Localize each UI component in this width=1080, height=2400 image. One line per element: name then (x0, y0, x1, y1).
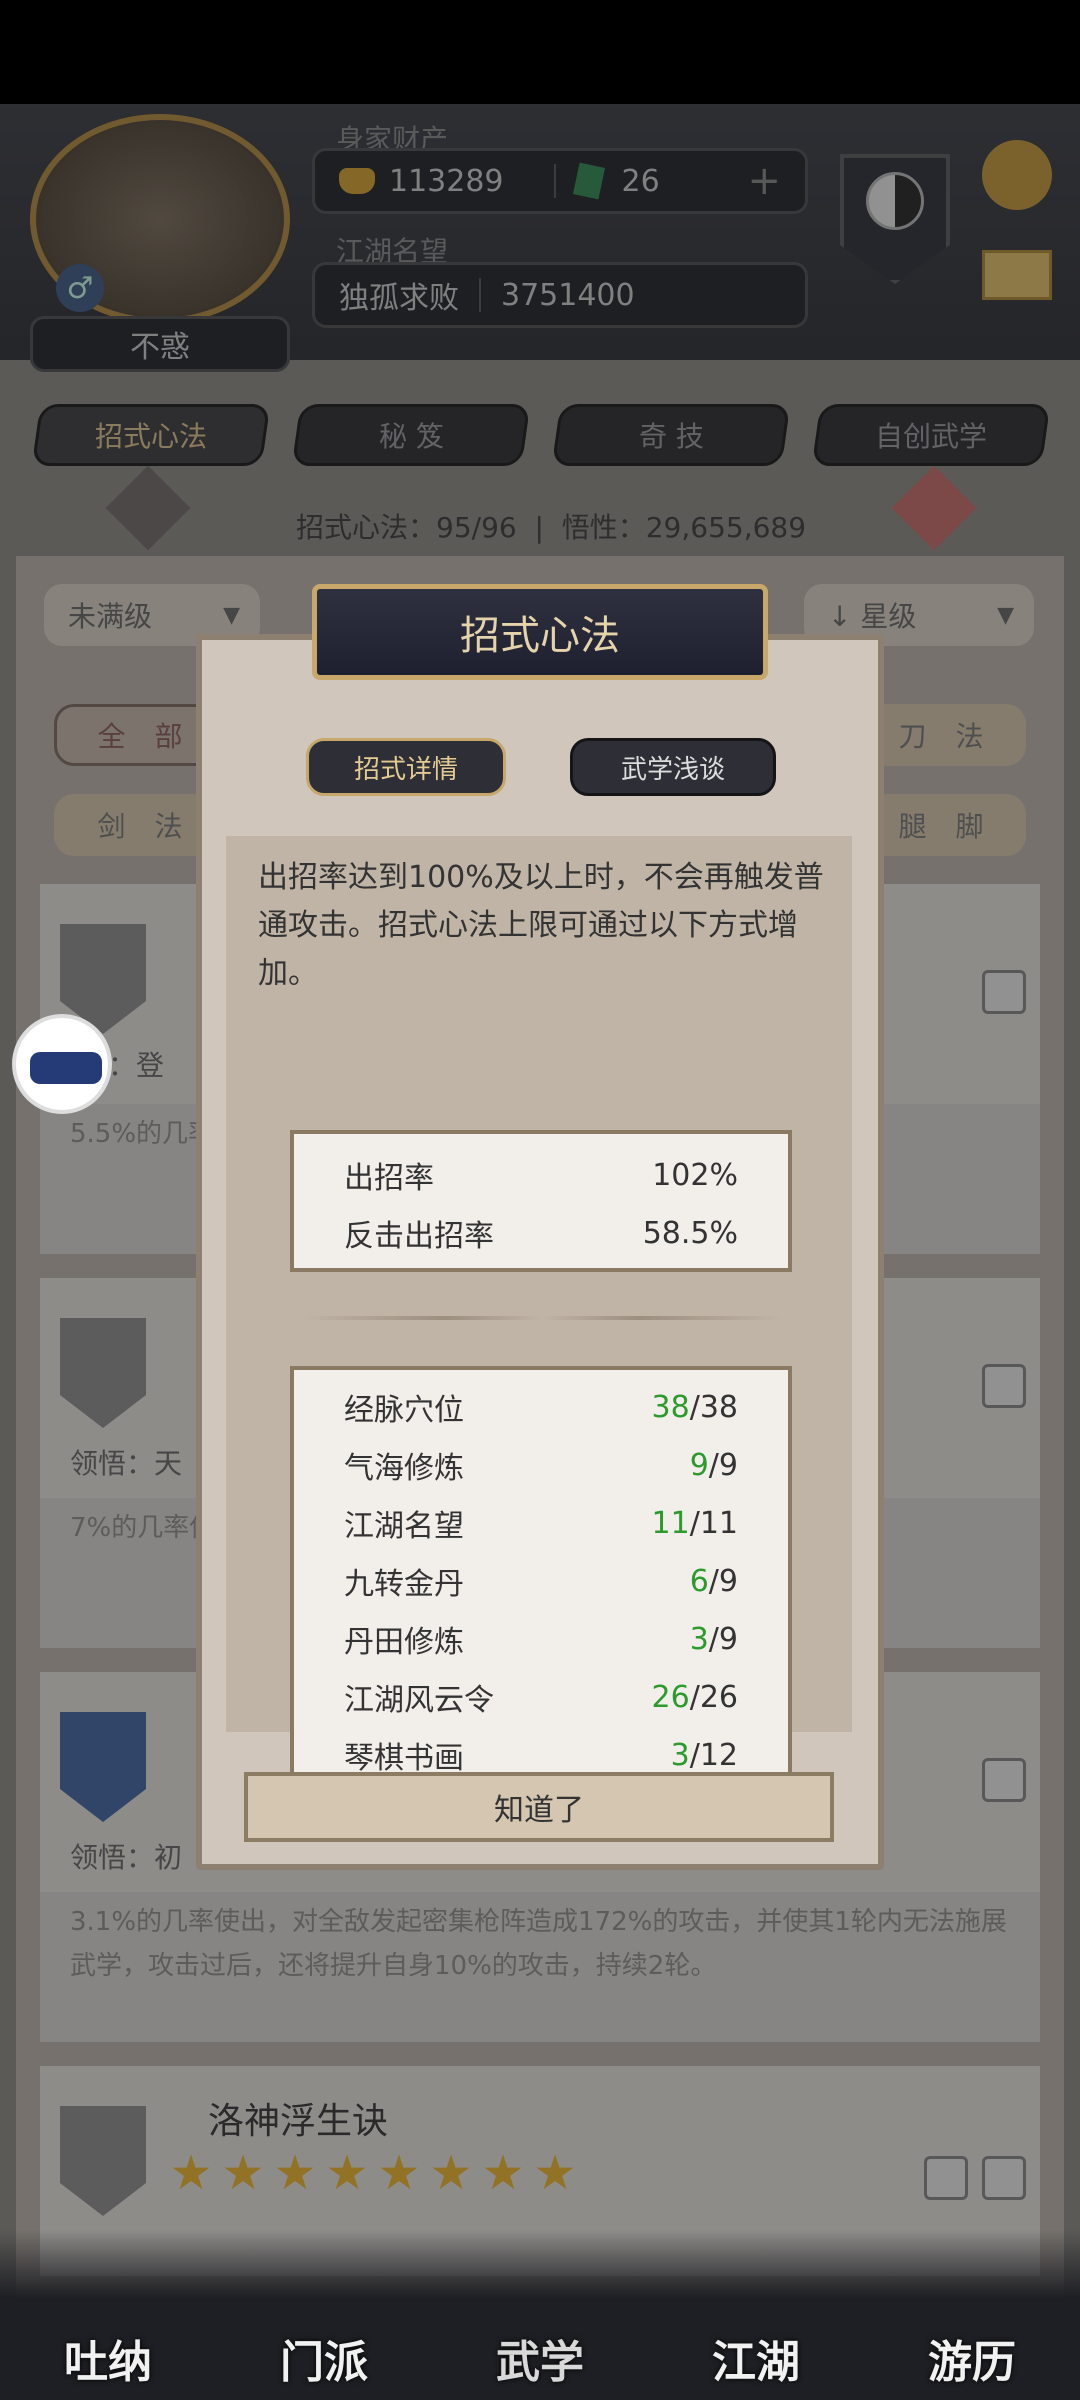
app-screen: ♂ 不惑 身家财产 113289 26 + 江湖名望 独孤求败 3751400 … (0, 104, 1080, 2400)
nav-sect[interactable]: 门派 (216, 2230, 432, 2400)
tab-martial-talk[interactable]: 武学浅谈 (570, 738, 776, 796)
source-row: 经脉穴位 38/38 (344, 1378, 738, 1436)
source-label: 江湖风云令 (344, 1683, 494, 1718)
source-label: 琴棋书画 (344, 1741, 464, 1776)
source-label: 江湖名望 (344, 1509, 464, 1544)
nav-label: 门派 (280, 2337, 368, 2388)
source-value: 38/38 (652, 1390, 738, 1425)
rate-row: 出招率 102% (344, 1146, 738, 1204)
rate-label: 出招率 (344, 1161, 434, 1196)
rates-box: 出招率 102% 反击出招率 58.5% (290, 1130, 792, 1272)
tab-martial-talk-label: 武学浅谈 (620, 754, 725, 785)
source-current: 11 (651, 1505, 690, 1541)
source-current: 38 (651, 1389, 690, 1425)
status-bar (0, 0, 1080, 104)
source-row: 江湖名望 11/11 (344, 1494, 738, 1552)
source-max: /9 (708, 1563, 738, 1599)
source-row: 九转金丹 6/9 (344, 1552, 738, 1610)
nav-label: 游历 (928, 2337, 1016, 2388)
nav-martial[interactable]: 武学 (432, 2230, 648, 2400)
source-current: 3 (670, 1737, 690, 1773)
rate-value: 102% (652, 1157, 738, 1193)
modal-title-text: 招式心法 (460, 613, 620, 659)
source-value: 6/9 (690, 1564, 738, 1599)
source-max: /12 (689, 1737, 738, 1773)
nav-travel[interactable]: 游历 (864, 2230, 1080, 2400)
confirm-label: 知道了 (494, 1793, 584, 1828)
confirm-button[interactable]: 知道了 (244, 1772, 834, 1842)
tab-skill-detail[interactable]: 招式详情 (306, 738, 506, 796)
source-value: 11/11 (652, 1506, 738, 1541)
source-max: /9 (708, 1447, 738, 1483)
source-value: 3/12 (671, 1738, 738, 1773)
source-label: 气海修炼 (344, 1451, 464, 1486)
sources-box: 经脉穴位 38/38 气海修炼 9/9 江湖名望 11/11 九转金丹 6/9 丹田修炼 3/9 江… (290, 1366, 792, 1800)
source-row: 气海修炼 9/9 (344, 1436, 738, 1494)
tab-skill-detail-label: 招式详情 (353, 754, 458, 785)
skills-info-modal: 招式详情 武学浅谈 出招率达到100%及以上时，不会再触发普通攻击。招式心法上限… (196, 634, 884, 1870)
source-row: 丹田修炼 3/9 (344, 1610, 738, 1668)
source-current: 26 (651, 1679, 690, 1715)
nav-label: 江湖 (712, 2337, 800, 2388)
source-label: 九转金丹 (344, 1567, 464, 1602)
source-current: 9 (689, 1447, 709, 1483)
nav-breathing[interactable]: 吐纳 (0, 2230, 216, 2400)
modal-title: 招式心法 (312, 584, 768, 680)
nav-label: 武学 (496, 2337, 584, 2388)
source-max: /11 (689, 1505, 738, 1541)
nav-label: 吐纳 (64, 2337, 152, 2388)
rate-value: 58.5% (642, 1215, 738, 1251)
source-label: 丹田修炼 (344, 1625, 464, 1660)
source-max: /9 (708, 1621, 738, 1657)
bottom-nav: 吐纳 门派 武学 江湖 游历 (0, 2230, 1080, 2400)
rate-row: 反击出招率 58.5% (344, 1204, 738, 1262)
source-value: 26/26 (652, 1680, 738, 1715)
source-row: 江湖风云令 26/26 (344, 1668, 738, 1726)
nav-jianghu[interactable]: 江湖 (648, 2230, 864, 2400)
modal-description: 出招率达到100%及以上时，不会再触发普通攻击。招式心法上限可通过以下方式增加。 (258, 860, 824, 991)
source-max: /26 (689, 1679, 738, 1715)
source-value: 9/9 (690, 1448, 738, 1483)
source-value: 3/9 (690, 1622, 738, 1657)
source-current: 6 (689, 1563, 709, 1599)
source-max: /38 (689, 1389, 738, 1425)
rate-label: 反击出招率 (344, 1219, 494, 1254)
source-current: 3 (689, 1621, 709, 1657)
ornament-divider (302, 1316, 782, 1320)
overlay-float-icon[interactable] (12, 1014, 112, 1114)
source-label: 经脉穴位 (344, 1393, 464, 1428)
